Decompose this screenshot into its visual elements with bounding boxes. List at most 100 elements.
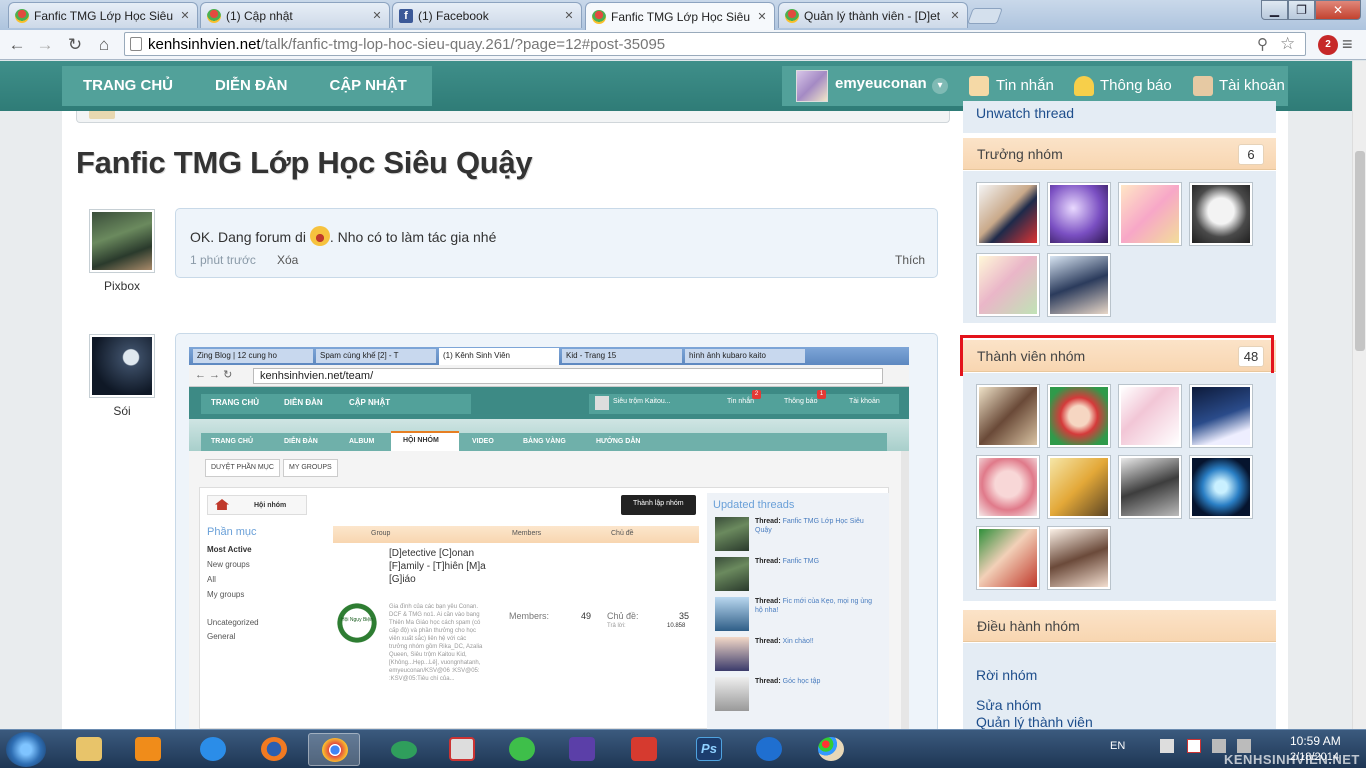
username[interactable]: emyeuconan: [835, 75, 927, 92]
nav-updates[interactable]: CẬP NHẬT: [309, 66, 428, 106]
star-icon[interactable]: ☆: [1280, 34, 1295, 54]
unikey-icon[interactable]: [436, 733, 488, 766]
paint-icon[interactable]: [805, 733, 857, 766]
browser-tab[interactable]: Fanfic TMG Lớp Học Siêu ✕: [8, 2, 198, 28]
maximize-icon[interactable]: ❐: [1288, 0, 1315, 20]
post-author[interactable]: Pixbox: [72, 279, 172, 293]
chrome-icon[interactable]: [308, 733, 360, 766]
windows-taskbar: Ps EN 10:59 AM 2/18/2014 KENHSINHVIEN.NE…: [0, 729, 1366, 768]
menu-icon[interactable]: ≡: [1342, 34, 1360, 56]
member-avatar[interactable]: [976, 455, 1040, 519]
close-tab-icon[interactable]: ✕: [371, 9, 383, 22]
close-window-icon[interactable]: ✕: [1315, 0, 1361, 20]
member-avatar[interactable]: [1047, 182, 1111, 246]
photoshop-icon[interactable]: Ps: [683, 733, 735, 766]
teamviewer-icon[interactable]: [743, 733, 795, 766]
post-text-continued: . Nho có to làm tác gia nhé: [329, 229, 497, 245]
member-avatar[interactable]: [1189, 384, 1253, 448]
bell-icon: [1074, 76, 1094, 96]
member-avatar[interactable]: [1118, 182, 1182, 246]
language-indicator[interactable]: EN: [1110, 740, 1125, 752]
network-icon[interactable]: [1212, 739, 1226, 753]
chevron-down-icon[interactable]: ▾: [932, 78, 948, 94]
app-icon[interactable]: [556, 733, 608, 766]
chrome-favicon: [785, 8, 799, 23]
main-nav: TRANG CHỦ DIỄN ĐÀN CẬP NHẬT: [62, 66, 432, 106]
clock-time[interactable]: 10:59 AM: [1290, 734, 1341, 748]
page-icon: [130, 37, 142, 51]
avatar[interactable]: [796, 70, 828, 102]
media-player-icon[interactable]: [122, 733, 174, 766]
member-avatar[interactable]: [1118, 455, 1182, 519]
close-tab-icon[interactable]: ✕: [563, 9, 575, 22]
member-avatar[interactable]: [1189, 455, 1253, 519]
shot-tab-strip: Zing Blog | 12 cung ho Spam cùng khế [2]…: [189, 347, 909, 365]
avatar[interactable]: [89, 334, 155, 398]
close-tab-icon[interactable]: ✕: [949, 9, 961, 22]
explorer-icon[interactable]: [63, 733, 115, 766]
scrollbar-thumb[interactable]: [1355, 151, 1365, 351]
watermark: KENHSINHVIEN.NET: [1224, 752, 1360, 767]
reload-icon[interactable]: ↻: [64, 34, 86, 56]
messages-link[interactable]: Tin nhắn: [996, 77, 1054, 94]
browser-tab-strip: Fanfic TMG Lớp Học Siêu ✕ (1) Cập nhật ✕ f…: [0, 0, 1366, 30]
member-avatar[interactable]: [1118, 384, 1182, 448]
member-avatar[interactable]: [976, 253, 1040, 317]
close-tab-icon[interactable]: ✕: [179, 9, 191, 22]
nav-home[interactable]: TRANG CHỦ: [62, 66, 194, 106]
forward-icon[interactable]: →: [34, 34, 56, 56]
browser-tab-active[interactable]: Fanfic TMG Lớp Học Siêu ✕: [585, 2, 775, 30]
member-avatar[interactable]: [1047, 253, 1111, 317]
vinaphone-icon[interactable]: [378, 733, 430, 766]
messages-icon: [969, 76, 989, 96]
member-avatar[interactable]: [976, 526, 1040, 590]
member-avatar[interactable]: [1189, 182, 1253, 246]
browser-tab[interactable]: f (1) Facebook ✕: [392, 2, 582, 28]
post-message: OK. Dang forum di . Nho có to làm tác gi…: [175, 208, 938, 278]
zoom-icon[interactable]: ⚲: [1257, 35, 1268, 53]
adblock-extension-icon[interactable]: 2: [1318, 35, 1338, 55]
alerts-link[interactable]: Thông báo: [1100, 77, 1172, 94]
account-link[interactable]: Tài khoản: [1219, 77, 1285, 94]
start-button[interactable]: [6, 732, 46, 767]
page-scrollbar[interactable]: [1352, 61, 1366, 729]
video-icon[interactable]: [618, 733, 670, 766]
volume-icon[interactable]: [1237, 739, 1251, 753]
address-bar[interactable]: kenhsinhvien.net/talk/fanfic-tmg-lop-hoc…: [124, 32, 1306, 56]
member-avatar[interactable]: [1047, 384, 1111, 448]
browser-tab[interactable]: Quản lý thành viên - [D]et ✕: [778, 2, 968, 28]
new-tab-button[interactable]: [967, 8, 1003, 24]
browser-tab[interactable]: (1) Cập nhật ✕: [200, 2, 390, 28]
user-nav: emyeuconan ▾ Tin nhắn Thông báo Tài khoả…: [782, 66, 1288, 106]
post-time[interactable]: 1 phút trước: [190, 253, 256, 267]
home-icon[interactable]: ⌂: [93, 34, 115, 56]
delete-link[interactable]: Xóa: [277, 253, 298, 267]
url-path: /talk/fanfic-tmg-lop-hoc-sieu-quay.261/?…: [260, 36, 666, 53]
post-author[interactable]: Sói: [72, 404, 172, 418]
ie-icon[interactable]: [187, 733, 239, 766]
group-leaders-header: Trưởng nhóm 6: [963, 138, 1276, 170]
chrome-favicon: [15, 8, 29, 23]
nav-forum[interactable]: DIỄN ĐÀN: [194, 66, 309, 106]
facebook-favicon: f: [399, 8, 413, 23]
group-moderators-header: Điều hành nhóm: [963, 610, 1276, 642]
flag-icon[interactable]: [1160, 739, 1174, 753]
edit-group-link[interactable]: Sửa nhóm: [976, 697, 1041, 713]
close-tab-icon[interactable]: ✕: [756, 10, 768, 23]
member-avatar[interactable]: [1047, 455, 1111, 519]
firefox-icon[interactable]: [248, 733, 300, 766]
embedded-screenshot[interactable]: Zing Blog | 12 cung ho Spam cùng khế [2]…: [189, 347, 909, 729]
antivirus-icon[interactable]: [1187, 739, 1201, 753]
leave-group-link[interactable]: Rời nhóm: [976, 667, 1037, 683]
bird-icon[interactable]: [496, 733, 548, 766]
manage-members-link[interactable]: Quản lý thành viên: [976, 714, 1093, 729]
group-moderators-title: Điều hành nhóm: [977, 618, 1080, 634]
unwatch-thread-link[interactable]: Unwatch thread: [976, 105, 1074, 121]
member-avatar[interactable]: [1047, 526, 1111, 590]
minimize-icon[interactable]: ▁: [1261, 0, 1288, 20]
member-avatar[interactable]: [976, 182, 1040, 246]
avatar[interactable]: [89, 209, 155, 273]
back-icon[interactable]: ←: [6, 34, 28, 56]
member-avatar[interactable]: [976, 384, 1040, 448]
like-link[interactable]: Thích: [895, 253, 925, 267]
